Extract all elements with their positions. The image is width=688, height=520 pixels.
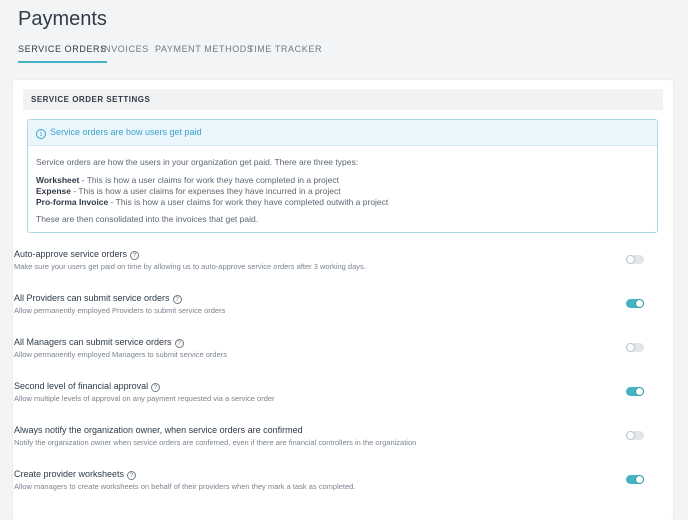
tab-bar: SERVICE ORDERS INVOICES PAYMENT METHODS … bbox=[0, 44, 688, 64]
setting-description: Make sure your users get paid on time by… bbox=[14, 262, 366, 271]
setting-description: Allow permanently employed Providers to … bbox=[14, 306, 226, 315]
setting-notify-owner: Always notify the organization owner, wh… bbox=[14, 425, 649, 455]
info-type-expense: Expense - This is how a user claims for … bbox=[36, 186, 341, 196]
setting-managers-submit: All Managers can submit service orders? … bbox=[14, 337, 649, 367]
type-name: Worksheet bbox=[36, 175, 80, 185]
providers-submit-toggle[interactable] bbox=[626, 299, 644, 308]
setting-title: All Providers can submit service orders bbox=[14, 293, 170, 303]
info-icon: i bbox=[36, 129, 46, 139]
toggle-knob bbox=[635, 387, 644, 396]
setting-provider-worksheets: Create provider worksheets? Allow manage… bbox=[14, 469, 649, 499]
help-icon[interactable]: ? bbox=[130, 251, 140, 260]
help-icon[interactable]: ? bbox=[151, 383, 161, 392]
toggle-knob bbox=[635, 299, 644, 308]
setting-description: Allow managers to create worksheets on b… bbox=[14, 482, 356, 491]
type-name: Pro-forma Invoice bbox=[36, 197, 109, 207]
info-box: i Service orders are how users get paid S… bbox=[27, 119, 658, 233]
setting-title: Auto-approve service orders bbox=[14, 249, 128, 259]
setting-description: Allow permanently employed Managers to s… bbox=[14, 350, 228, 359]
info-heading: i Service orders are how users get paid bbox=[28, 120, 657, 146]
setting-second-approval: Second level of financial approval? Allo… bbox=[14, 381, 649, 411]
setting-description: Notify the organization owner when servi… bbox=[14, 438, 417, 447]
toggle-knob bbox=[626, 255, 635, 264]
section-header: SERVICE ORDER SETTINGS bbox=[23, 89, 663, 110]
help-icon[interactable]: ? bbox=[172, 295, 182, 304]
info-intro: Service orders are how the users in your… bbox=[36, 157, 359, 167]
setting-auto-approve: Auto-approve service orders? Make sure y… bbox=[14, 249, 649, 279]
tab-payment-methods[interactable]: PAYMENT METHODS bbox=[155, 44, 254, 63]
type-name: Expense bbox=[36, 186, 71, 196]
setting-title: All Managers can submit service orders bbox=[14, 337, 172, 347]
type-text: - This is how a user claims for expenses… bbox=[70, 186, 341, 196]
setting-providers-submit: All Providers can submit service orders?… bbox=[14, 293, 649, 323]
help-icon[interactable]: ? bbox=[174, 339, 184, 348]
info-type-worksheet: Worksheet - This is how a user claims fo… bbox=[36, 175, 339, 185]
toggle-knob bbox=[626, 431, 635, 440]
setting-description: Allow multiple levels of approval on any… bbox=[14, 394, 275, 403]
tab-service-orders[interactable]: SERVICE ORDERS bbox=[18, 44, 107, 63]
info-outro: These are then consolidated into the inv… bbox=[36, 214, 259, 224]
setting-title: Create provider worksheets bbox=[14, 469, 125, 479]
setting-title: Always notify the organization owner, wh… bbox=[14, 425, 303, 435]
help-icon[interactable]: ? bbox=[127, 471, 137, 480]
info-type-pro-forma: Pro-forma Invoice - This is how a user c… bbox=[36, 197, 388, 207]
auto-approve-toggle[interactable] bbox=[626, 255, 644, 264]
page-title: Payments bbox=[18, 8, 107, 30]
tab-invoices[interactable]: INVOICES bbox=[101, 44, 149, 63]
info-heading-text: Service orders are how users get paid bbox=[50, 127, 202, 137]
tab-time-tracker[interactable]: TIME TRACKER bbox=[248, 44, 322, 63]
second-approval-toggle[interactable] bbox=[626, 387, 644, 396]
type-text: - This is how a user claims for work the… bbox=[108, 197, 389, 207]
notify-owner-toggle[interactable] bbox=[626, 431, 644, 440]
type-text: - This is how a user claims for work the… bbox=[79, 175, 339, 185]
toggle-knob bbox=[626, 343, 635, 352]
provider-worksheets-toggle[interactable] bbox=[626, 475, 644, 484]
toggle-knob bbox=[635, 475, 644, 484]
managers-submit-toggle[interactable] bbox=[626, 343, 644, 352]
setting-title: Second level of financial approval bbox=[14, 381, 149, 391]
